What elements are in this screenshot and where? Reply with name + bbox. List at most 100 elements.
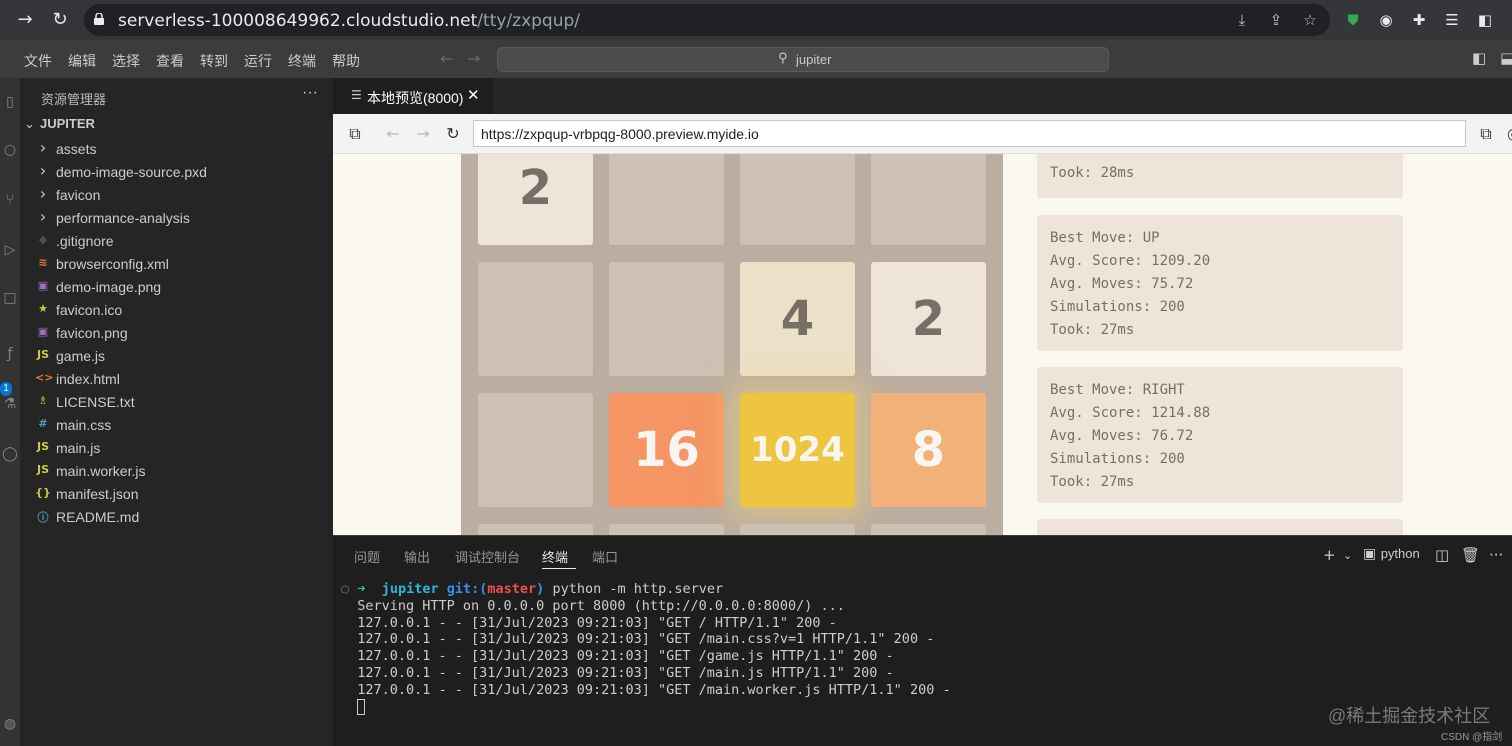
menu-terminal[interactable]: 终端 bbox=[288, 51, 316, 71]
tree-item-label: main.css bbox=[56, 417, 112, 433]
extensions-icon[interactable]: □ bbox=[0, 288, 20, 308]
tree-item[interactable]: › demo-image-source.pxd bbox=[20, 161, 333, 184]
card-line: Simulations: 200 bbox=[1050, 154, 1185, 158]
git-graph-icon[interactable]: ƒ bbox=[0, 344, 20, 364]
reading-list-icon[interactable]: ☰ bbox=[1441, 9, 1463, 31]
menu-file[interactable]: 文件 bbox=[24, 51, 52, 71]
toggle-panel-icon[interactable]: ⬓ bbox=[1500, 49, 1512, 67]
prompt-dot: ○ bbox=[341, 581, 350, 597]
tree-item[interactable]: <> index.html bbox=[20, 368, 333, 391]
tree-item-label: index.html bbox=[56, 371, 120, 387]
more-actions-icon[interactable]: ··· bbox=[1489, 546, 1503, 564]
active-tab-indicator bbox=[542, 568, 576, 569]
tile-value: 2 bbox=[518, 160, 553, 216]
back-icon[interactable]: ← bbox=[383, 124, 403, 144]
source-control-icon[interactable]: ⑂ bbox=[0, 190, 20, 210]
new-terminal-icon[interactable]: + bbox=[1323, 546, 1336, 564]
menu-go[interactable]: 转到 bbox=[200, 51, 228, 71]
side-panel-icon[interactable]: ◧ bbox=[1474, 9, 1496, 31]
card-line: Avg. Moves: 75.72 bbox=[1050, 276, 1194, 292]
tile-value: 2 bbox=[911, 291, 946, 347]
tab-problems[interactable]: 问题 bbox=[354, 547, 380, 566]
open-external-icon[interactable]: ⧉ bbox=[345, 124, 365, 144]
tree-item[interactable]: ⓘ README.md bbox=[20, 506, 333, 529]
terminal-output[interactable]: ○ ➜ jupiter git:(master) python -m http.… bbox=[341, 581, 951, 716]
terminal-selector[interactable]: ▣ python bbox=[1363, 546, 1420, 562]
run-debug-icon[interactable]: ▷ bbox=[0, 240, 20, 260]
empty-cell bbox=[478, 262, 593, 376]
tile-value: 16 bbox=[633, 422, 700, 478]
shield-extension-icon[interactable]: ⛊ bbox=[1342, 9, 1364, 31]
search-activity-icon[interactable]: ○ bbox=[0, 140, 20, 160]
trash-icon[interactable]: 🗑 bbox=[1461, 546, 1480, 564]
tree-item[interactable]: ▣ favicon.png bbox=[20, 322, 333, 345]
git-icon: ◆ bbox=[38, 233, 48, 246]
account-icon[interactable]: ◍ bbox=[0, 714, 20, 734]
game-board: 2 4 2 16 1024 8 bbox=[461, 154, 1003, 535]
devtools-icon[interactable]: ◎ bbox=[1504, 124, 1512, 144]
preview-url-input[interactable]: https://zxpqup-vrbpqg-8000.preview.myide… bbox=[473, 120, 1466, 147]
tree-item[interactable]: JS main.worker.js bbox=[20, 460, 333, 483]
workspace-root[interactable]: ⌄ JUPITER bbox=[24, 116, 95, 132]
menu-run[interactable]: 运行 bbox=[244, 51, 272, 71]
split-view-icon[interactable]: ⧉ bbox=[1476, 124, 1496, 144]
command-center[interactable]: ⚲ jupiter bbox=[497, 47, 1109, 72]
explorer-icon[interactable]: ▯ bbox=[0, 92, 20, 112]
empty-cell bbox=[609, 262, 724, 376]
empty-cell bbox=[740, 154, 855, 245]
share-icon[interactable]: ⇪ bbox=[1266, 10, 1286, 30]
close-icon[interactable]: ✕ bbox=[467, 86, 480, 104]
reload-icon[interactable]: ↻ bbox=[47, 7, 73, 33]
tree-item[interactable]: ≋ browserconfig.xml bbox=[20, 253, 333, 276]
address-bar[interactable]: serverless-100008649962.cloudstudio.net/… bbox=[84, 4, 1330, 36]
js-icon: JS bbox=[36, 440, 49, 453]
more-actions-icon[interactable]: ··· bbox=[302, 84, 318, 102]
remote-icon[interactable]: ◯ bbox=[0, 444, 20, 464]
menubar: 文件 编辑 选择 查看 转到 运行 终端 帮助 ← → ⚲ jupiter ◧ … bbox=[0, 40, 1512, 78]
split-terminal-icon[interactable]: ◫ bbox=[1435, 546, 1449, 564]
tree-item[interactable]: › assets bbox=[20, 138, 333, 161]
card-line: Simulations: 200 bbox=[1050, 451, 1185, 467]
tab-debug-console[interactable]: 调试控制台 bbox=[455, 547, 520, 566]
toggle-sidebar-icon[interactable]: ◧ bbox=[1472, 49, 1486, 67]
tab-local-preview[interactable]: ☰ 本地预览(8000) ✕ bbox=[333, 78, 493, 114]
chevron-down-icon[interactable]: ⌄ bbox=[1343, 549, 1352, 562]
menu-selection[interactable]: 选择 bbox=[112, 51, 140, 71]
menu-help[interactable]: 帮助 bbox=[332, 51, 360, 71]
tree-item-label: favicon.png bbox=[56, 325, 128, 341]
command-center-label: jupiter bbox=[796, 52, 832, 67]
menu-view[interactable]: 查看 bbox=[156, 51, 184, 71]
image-icon: ▣ bbox=[37, 325, 49, 338]
tree-item[interactable]: ▣ demo-image.png bbox=[20, 276, 333, 299]
forward-icon[interactable]: → bbox=[12, 7, 38, 33]
license-icon: ♗ bbox=[38, 394, 48, 407]
tab-output[interactable]: 输出 bbox=[404, 547, 430, 566]
menu-edit[interactable]: 编辑 bbox=[68, 51, 96, 71]
tab-terminal[interactable]: 终端 bbox=[542, 547, 568, 566]
tile-2: 2 bbox=[478, 154, 593, 245]
star-icon[interactable]: ☆ bbox=[1300, 10, 1320, 30]
tree-item[interactable]: › performance-analysis bbox=[20, 207, 333, 230]
back-arrow-icon[interactable]: ← bbox=[440, 49, 453, 68]
tree-item[interactable]: JS game.js bbox=[20, 345, 333, 368]
tree-item[interactable]: # main.css bbox=[20, 414, 333, 437]
card-line: Took: 28ms bbox=[1050, 165, 1135, 181]
tree-item[interactable]: ♗ LICENSE.txt bbox=[20, 391, 333, 414]
install-icon[interactable]: ⤓ bbox=[1232, 10, 1252, 30]
tree-item[interactable]: {} manifest.json bbox=[20, 483, 333, 506]
card-line: Simulations: 200 bbox=[1050, 299, 1185, 315]
reload-icon[interactable]: ↻ bbox=[443, 124, 463, 144]
testing-icon[interactable]: ⚗ bbox=[0, 394, 20, 414]
tree-item[interactable]: JS main.js bbox=[20, 437, 333, 460]
tree-item[interactable]: ★ favicon.ico bbox=[20, 299, 333, 322]
tab-ports[interactable]: 端口 bbox=[592, 547, 618, 566]
forward-icon[interactable]: → bbox=[413, 124, 433, 144]
incognito-icon[interactable]: ◉ bbox=[1375, 9, 1397, 31]
tree-item[interactable]: ◆ .gitignore bbox=[20, 230, 333, 253]
forward-arrow-icon[interactable]: → bbox=[467, 49, 480, 68]
tree-item[interactable]: › favicon bbox=[20, 184, 333, 207]
tree-item-label: main.worker.js bbox=[56, 463, 146, 479]
puzzle-icon[interactable]: ✚ bbox=[1408, 9, 1430, 31]
search-icon: ⚲ bbox=[778, 51, 788, 66]
tile-8: 8 bbox=[871, 393, 986, 507]
